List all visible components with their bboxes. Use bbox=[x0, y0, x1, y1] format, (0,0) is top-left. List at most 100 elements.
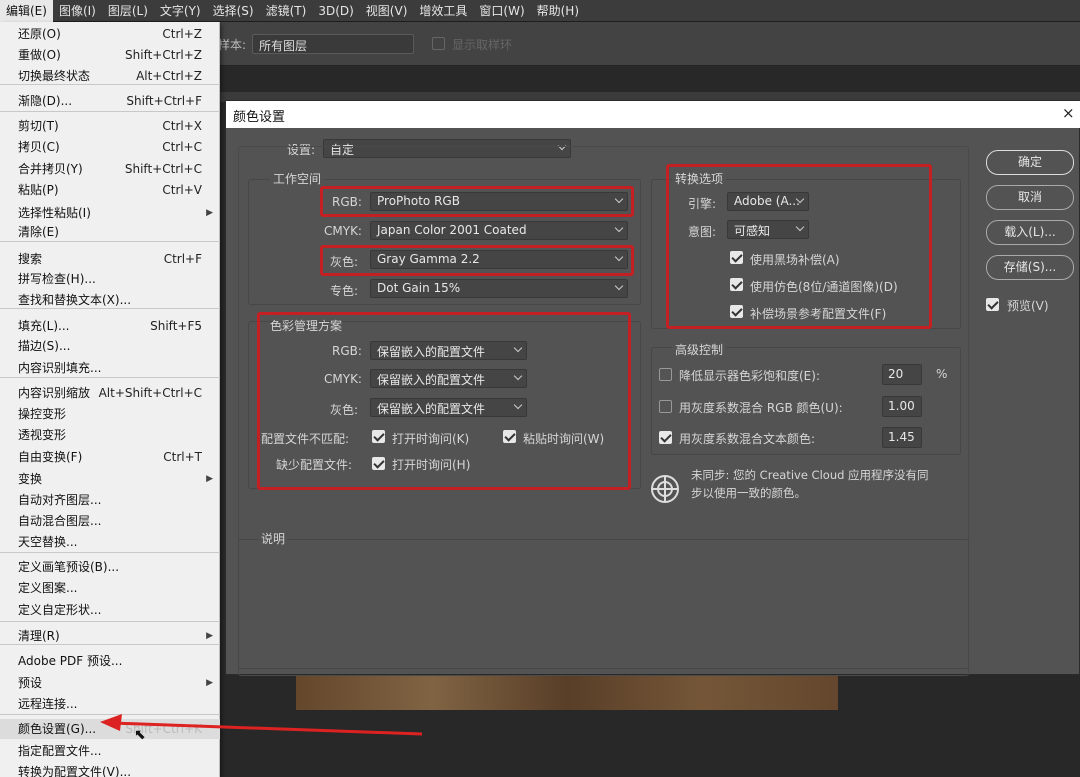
close-icon[interactable]: × bbox=[1062, 104, 1075, 122]
missing-ask-open-checkbox[interactable] bbox=[372, 457, 385, 470]
menu-item-label: 操控变形 bbox=[18, 407, 67, 421]
dialog-titlebar: 颜色设置 × bbox=[226, 101, 1080, 128]
ws-rgb-label: RGB: bbox=[332, 195, 362, 209]
menu-8[interactable]: 增效工具 bbox=[413, 0, 473, 22]
blend-text-input[interactable]: 1.45 bbox=[882, 427, 922, 448]
menu-7[interactable]: 视图(V) bbox=[360, 0, 414, 22]
blend-text-checkbox[interactable] bbox=[659, 431, 672, 444]
bpc-label: 使用黑场补偿(A) bbox=[750, 253, 840, 267]
edit-menu-item[interactable]: 粘贴(P) Ctrl+V bbox=[0, 180, 220, 200]
edit-menu-item[interactable]: 透视变形 bbox=[0, 425, 220, 445]
menu-item-label: 选择性粘贴(I) bbox=[18, 206, 91, 220]
edit-menu-item[interactable]: 自由变换(F) Ctrl+T bbox=[0, 447, 220, 467]
menu-4[interactable]: 选择(S) bbox=[207, 0, 260, 22]
menu-separator bbox=[0, 84, 220, 85]
engine-label: 引擎: bbox=[688, 197, 717, 211]
show-ring-label: 显示取样环 bbox=[452, 38, 513, 52]
intent-select[interactable]: 可感知 bbox=[727, 220, 809, 239]
sample-select[interactable]: 所有图层 bbox=[252, 34, 414, 54]
show-ring-checkbox[interactable] bbox=[432, 37, 445, 50]
edit-menu-item[interactable]: 查找和替换文本(X)... bbox=[0, 290, 220, 310]
menu-separator bbox=[0, 111, 220, 112]
menu-0[interactable]: 编辑(E) bbox=[0, 0, 53, 22]
menu-item-shortcut: Alt+Shift+Ctrl+C bbox=[98, 386, 202, 400]
preview-checkbox[interactable] bbox=[986, 298, 999, 311]
menu-5[interactable]: 滤镜(T) bbox=[260, 0, 313, 22]
intent-label: 意图: bbox=[688, 225, 717, 239]
edit-menu-item[interactable]: 清除(E) bbox=[0, 222, 220, 242]
menu-item-label: Adobe PDF 预设... bbox=[18, 654, 123, 668]
menu-9[interactable]: 窗口(W) bbox=[473, 0, 530, 22]
menu-item-shortcut: Ctrl+T bbox=[163, 450, 202, 464]
edit-menu-item[interactable]: 渐隐(D)... Shift+Ctrl+F bbox=[0, 91, 220, 111]
blend-rgb-checkbox[interactable] bbox=[659, 400, 672, 413]
edit-menu-item[interactable]: 内容识别填充... bbox=[0, 358, 220, 378]
load-button[interactable]: 载入(L)... bbox=[986, 220, 1074, 245]
edit-menu-item[interactable]: Adobe PDF 预设... bbox=[0, 651, 220, 671]
edit-menu-item[interactable]: 重做(O) Shift+Ctrl+Z bbox=[0, 45, 220, 65]
missing-ask-open-label: 打开时询问(H) bbox=[392, 458, 471, 472]
edit-menu-item[interactable]: 还原(O) Ctrl+Z bbox=[0, 24, 220, 44]
edit-menu-item[interactable]: 合并拷贝(Y) Shift+Ctrl+C bbox=[0, 159, 220, 179]
ok-button[interactable]: 确定 bbox=[986, 150, 1074, 175]
edit-menu-item[interactable]: 选择性粘贴(I) ▶ bbox=[0, 203, 220, 223]
description-group bbox=[238, 539, 969, 669]
edit-menu-item[interactable]: 拷贝(C) Ctrl+C bbox=[0, 137, 220, 157]
edit-menu-item[interactable]: 远程连接... bbox=[0, 694, 220, 714]
chevron-down-icon bbox=[513, 343, 523, 353]
edit-menu-item[interactable]: 变换 ▶ bbox=[0, 469, 220, 489]
edit-menu-item[interactable]: 定义自定形状... bbox=[0, 600, 220, 620]
edit-menu-item[interactable]: 自动混合图层... bbox=[0, 511, 220, 531]
ask-open-checkbox[interactable] bbox=[372, 430, 385, 443]
menu-10[interactable]: 帮助(H) bbox=[531, 0, 585, 22]
edit-menu-item[interactable]: 内容识别缩放 Alt+Shift+Ctrl+C bbox=[0, 383, 220, 403]
edit-menu-item[interactable]: 描边(S)... bbox=[0, 336, 220, 356]
menu-1[interactable]: 图像(I) bbox=[53, 0, 102, 22]
edit-menu-item[interactable]: 切换最终状态 Alt+Ctrl+Z bbox=[0, 66, 220, 86]
edit-menu-item[interactable]: 剪切(T) Ctrl+X bbox=[0, 116, 220, 136]
edit-menu-item[interactable]: 转换为配置文件(V)... bbox=[0, 762, 220, 777]
policy-rgb-select[interactable]: 保留嵌入的配置文件 bbox=[370, 341, 527, 360]
menu-2[interactable]: 图层(L) bbox=[102, 0, 154, 22]
dither-checkbox[interactable] bbox=[730, 278, 743, 291]
blend-rgb-input[interactable]: 1.00 bbox=[882, 396, 922, 417]
edit-menu-item[interactable]: 定义画笔预设(B)... bbox=[0, 557, 220, 577]
blend-text-label: 用灰度系数混合文本颜色: bbox=[679, 432, 816, 446]
bpc-checkbox[interactable] bbox=[730, 251, 743, 264]
edit-menu-item[interactable]: 定义图案... bbox=[0, 578, 220, 598]
ws-rgb-select[interactable]: ProPhoto RGB bbox=[370, 192, 628, 211]
menu-3[interactable]: 文字(Y) bbox=[154, 0, 207, 22]
scene-checkbox[interactable] bbox=[730, 305, 743, 318]
edit-menu-item[interactable]: 天空替换... bbox=[0, 532, 220, 552]
dialog-title: 颜色设置 bbox=[233, 110, 286, 125]
sync-message-line2: 步以使用一致的颜色。 bbox=[691, 486, 806, 500]
ask-paste-checkbox[interactable] bbox=[503, 430, 516, 443]
menu-item-label: 内容识别缩放 bbox=[18, 386, 91, 400]
ws-cmyk-select[interactable]: Japan Color 2001 Coated bbox=[370, 221, 628, 240]
edit-menu-item[interactable]: 预设 ▶ bbox=[0, 673, 220, 693]
ws-gray-select[interactable]: Gray Gamma 2.2 bbox=[370, 250, 628, 269]
ws-cmyk-label: CMYK: bbox=[324, 224, 362, 238]
menu-item-shortcut: Ctrl+X bbox=[162, 119, 202, 133]
save-button[interactable]: 存储(S)... bbox=[986, 255, 1074, 280]
edit-menu-item[interactable]: 指定配置文件... bbox=[0, 741, 220, 761]
policy-gray-select[interactable]: 保留嵌入的配置文件 bbox=[370, 398, 527, 417]
edit-menu-item[interactable]: 填充(L)... Shift+F5 bbox=[0, 316, 220, 336]
edit-menu-item[interactable]: 拼写检查(H)... bbox=[0, 269, 220, 289]
edit-menu-item[interactable]: 自动对齐图层... bbox=[0, 490, 220, 510]
ask-paste-label: 粘贴时询问(W) bbox=[523, 432, 605, 446]
engine-select[interactable]: Adobe (A... bbox=[727, 192, 809, 211]
edit-menu-item[interactable]: 清理(R) ▶ bbox=[0, 626, 220, 646]
edit-menu-item[interactable]: 颜色设置(G)... Shift+Ctrl+K bbox=[0, 719, 220, 739]
edit-menu-item[interactable]: 搜索 Ctrl+F bbox=[0, 249, 220, 269]
preview-label: 预览(V) bbox=[1007, 299, 1049, 313]
menu-6[interactable]: 3D(D) bbox=[312, 0, 359, 22]
ws-spot-select[interactable]: Dot Gain 15% bbox=[370, 279, 628, 298]
desaturate-checkbox[interactable] bbox=[659, 368, 672, 381]
menu-bar: 编辑(E) 图像(I) 图层(L) 文字(Y) 选择(S) 滤镜(T) 3D(D) 视图(V)… bbox=[0, 0, 1080, 22]
policy-cmyk-select[interactable]: 保留嵌入的配置文件 bbox=[370, 369, 527, 388]
cancel-button[interactable]: 取消 bbox=[986, 185, 1074, 210]
chevron-down-icon bbox=[513, 371, 523, 381]
desaturate-input[interactable]: 20 bbox=[882, 364, 922, 385]
edit-menu-item[interactable]: 操控变形 bbox=[0, 404, 220, 424]
